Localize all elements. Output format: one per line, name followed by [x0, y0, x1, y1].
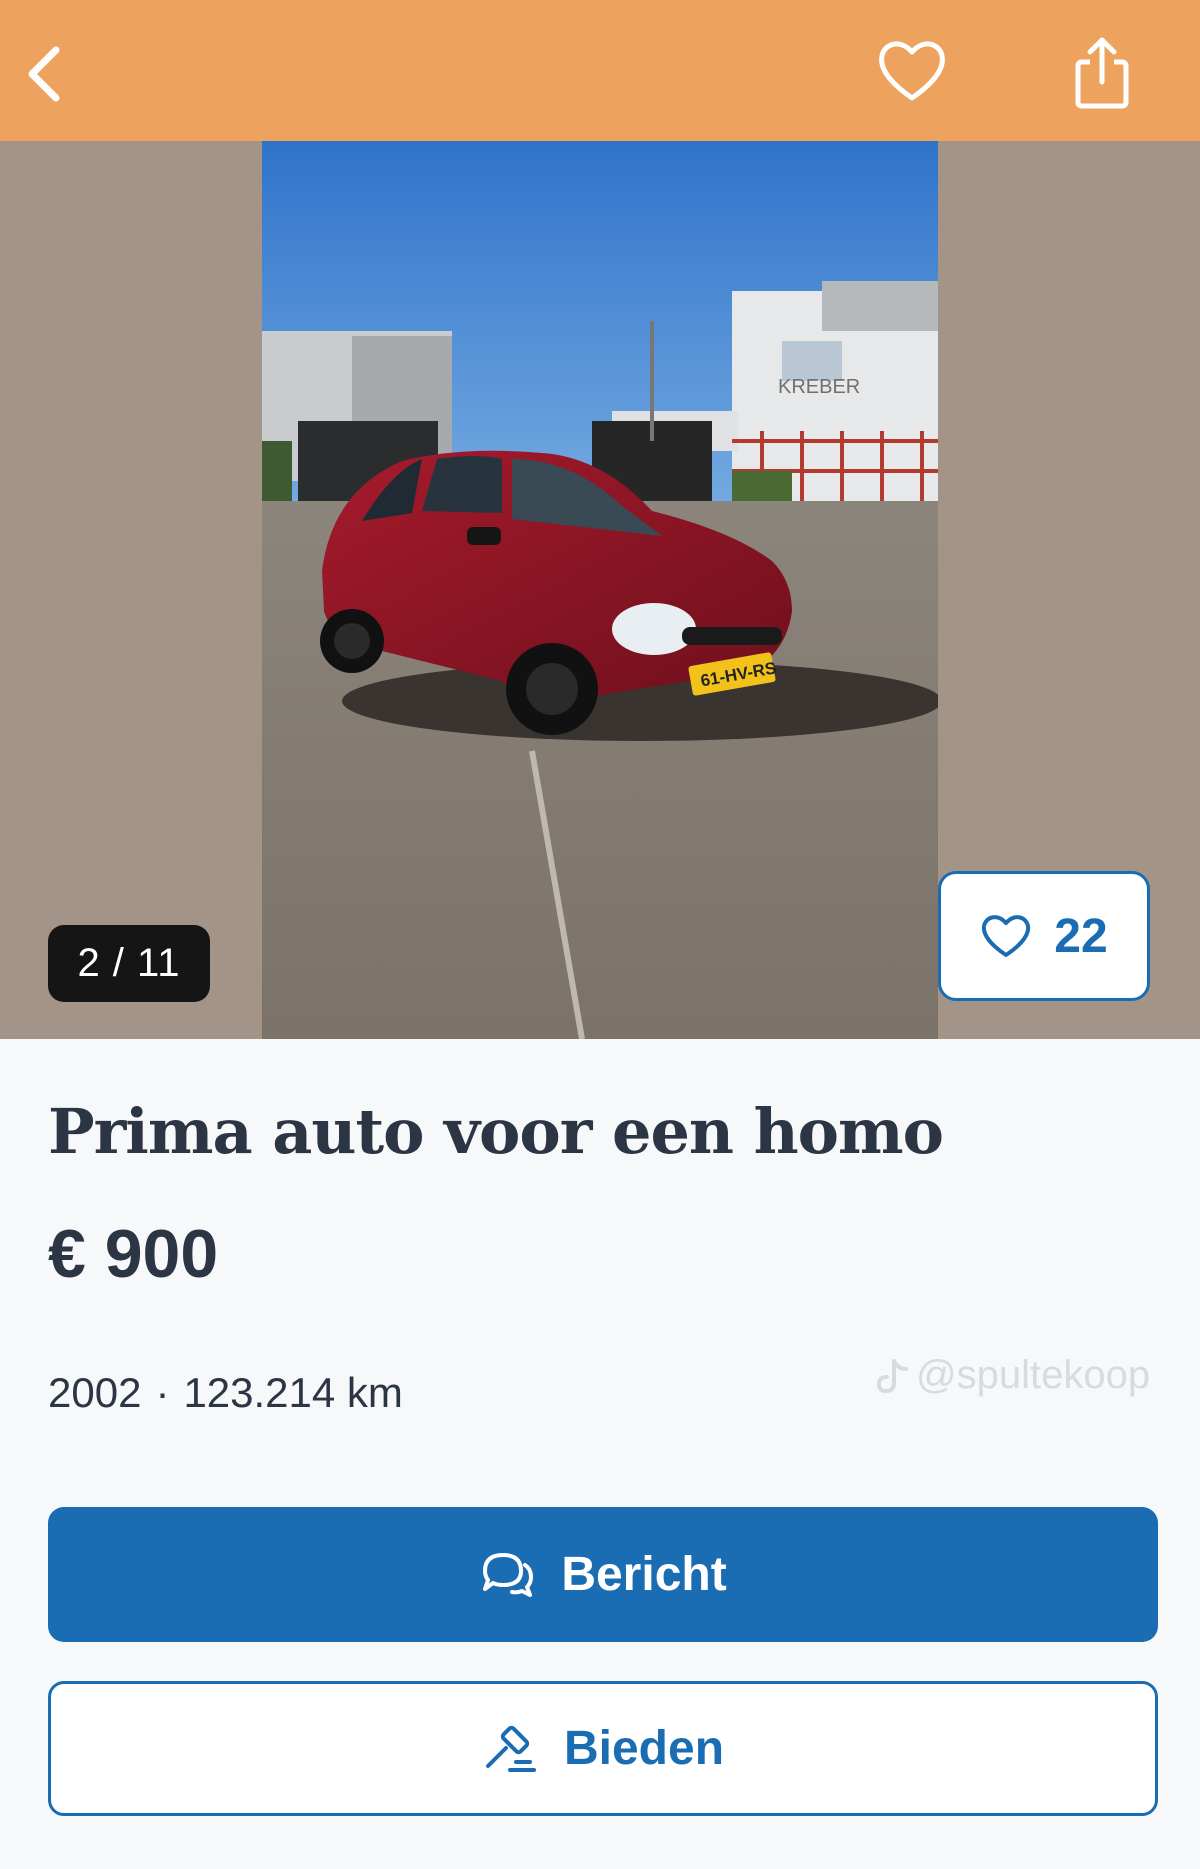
- chevron-left-icon: [28, 46, 60, 102]
- car-photo-illustration: KREBER 61-HV-RS: [262, 141, 938, 1039]
- likes-count: 22: [1054, 909, 1108, 963]
- listing-details: Prima auto voor een homo € 900 2002 · 123.…: [0, 1039, 1200, 1869]
- back-button[interactable]: [22, 38, 82, 108]
- bid-button-label: Bieden: [563, 1722, 725, 1775]
- bid-button[interactable]: Bieden: [48, 1681, 1158, 1816]
- message-button-label: Bericht: [561, 1548, 727, 1601]
- listing-year: 2002: [48, 1369, 142, 1416]
- favorite-button[interactable]: [876, 36, 948, 106]
- share-icon: [1075, 37, 1129, 109]
- building-sign-text: KREBER: [778, 376, 860, 398]
- listing-price: € 900: [48, 1216, 219, 1292]
- meta-separator: ·: [155, 1369, 170, 1416]
- tiktok-icon: [876, 1358, 908, 1393]
- heart-icon: [879, 41, 945, 101]
- heart-outline-icon: [982, 915, 1031, 957]
- listing-meta: 2002 · 123.214 km: [48, 1369, 403, 1417]
- share-button[interactable]: [1070, 32, 1134, 112]
- top-app-bar: [0, 0, 1200, 141]
- chat-bubbles-icon: [483, 1552, 534, 1597]
- watermark: @spultekoop: [876, 1353, 1150, 1398]
- message-button[interactable]: Bericht: [48, 1507, 1158, 1642]
- likes-badge[interactable]: 22: [938, 871, 1150, 1001]
- watermark-text: @spultekoop: [916, 1353, 1151, 1397]
- image-counter: 2 / 11: [48, 925, 210, 1002]
- listing-mileage: 123.214 km: [183, 1369, 403, 1416]
- listing-photo[interactable]: KREBER 61-HV-RS: [262, 141, 938, 1039]
- photo-gallery[interactable]: KREBER 61-HV-RS 2 / 11 22: [0, 141, 1200, 1039]
- listing-title: Prima auto voor een homo: [48, 1095, 944, 1168]
- gavel-icon: [485, 1725, 536, 1772]
